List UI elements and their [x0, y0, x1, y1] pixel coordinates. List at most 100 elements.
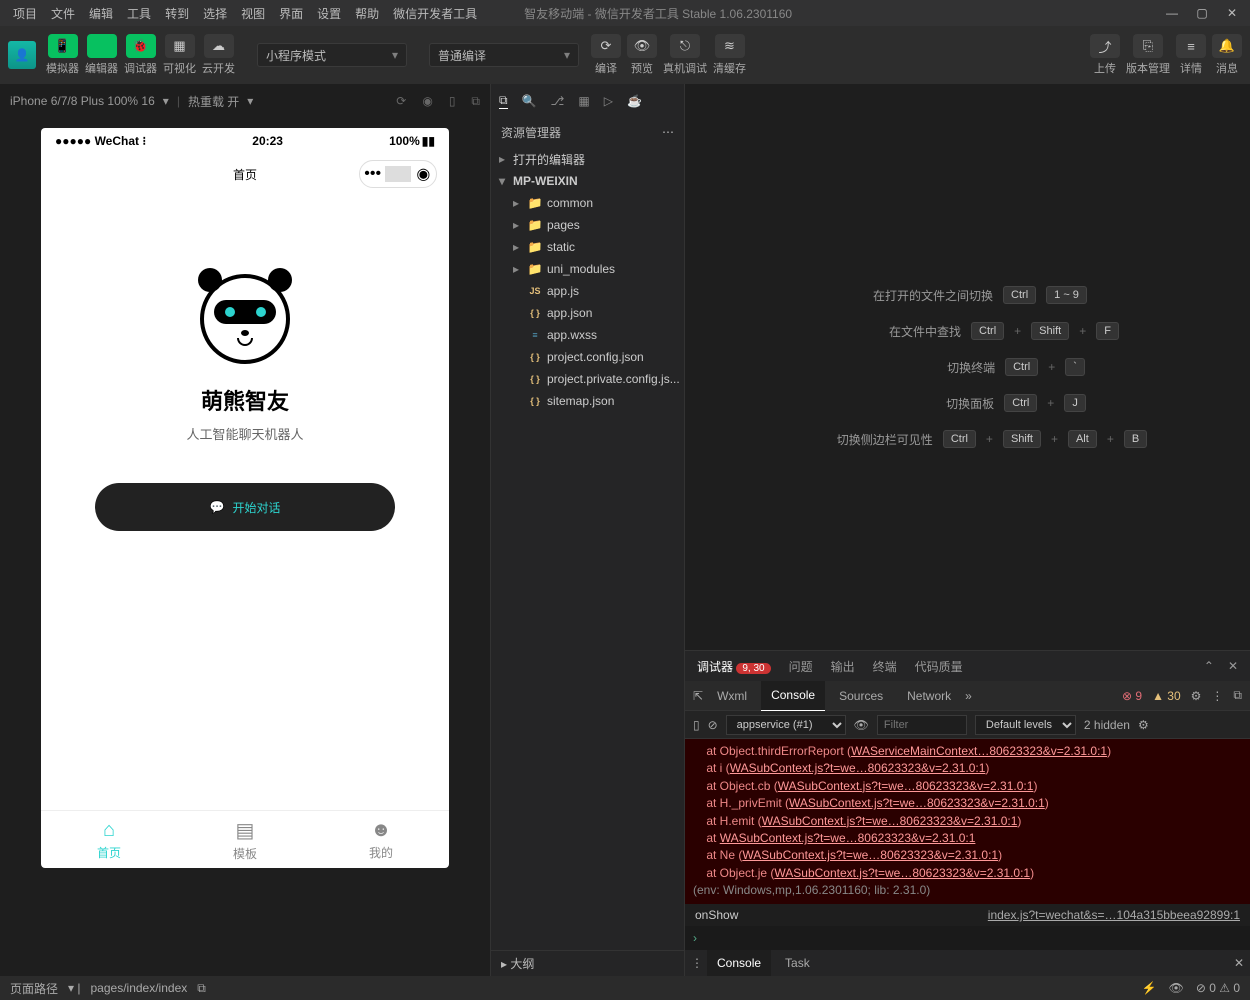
lightning-icon[interactable]: ⚡ — [1142, 981, 1157, 995]
menu-转到[interactable]: 转到 — [158, 5, 196, 22]
extensions-icon[interactable]: ▦ — [578, 94, 589, 108]
folder-common[interactable]: ▸📁common — [491, 192, 684, 214]
tab-terminal[interactable]: 终端 — [873, 658, 897, 675]
tb-真机调试[interactable]: ⎋真机调试 — [663, 34, 707, 76]
tb-编辑器[interactable]: 编辑器 — [85, 34, 118, 76]
console-prompt[interactable]: › — [685, 926, 1250, 950]
more-tabs-icon[interactable]: » — [965, 689, 972, 703]
file-app.js[interactable]: JSapp.js — [491, 280, 684, 302]
start-chat-button[interactable]: 💬 开始对话 — [95, 483, 395, 531]
capsule-button[interactable]: ••• ◉ — [359, 160, 437, 188]
hidden-count[interactable]: 2 hidden — [1084, 718, 1130, 732]
tab-output[interactable]: 输出 — [831, 658, 855, 675]
tb-云开发[interactable]: ☁云开发 — [202, 34, 235, 76]
avatar[interactable]: 👤 — [8, 41, 36, 69]
tb-版本管理[interactable]: ⎘版本管理 — [1126, 34, 1170, 76]
copy-path-icon[interactable]: ⧉ — [197, 981, 206, 996]
minimize-icon[interactable]: — — [1166, 7, 1178, 19]
tb-编译[interactable]: ⟳编译 — [591, 34, 621, 76]
tb-详情[interactable]: ≡详情 — [1176, 34, 1206, 76]
menu-文件[interactable]: 文件 — [44, 5, 82, 22]
drawer-task[interactable]: Task — [775, 950, 820, 976]
compile-dropdown[interactable]: 普通编译▾ — [429, 43, 579, 67]
close-panel-icon[interactable]: ✕ — [1228, 659, 1238, 673]
more-icon[interactable]: ⋯ — [662, 125, 674, 139]
menu-微信开发者工具[interactable]: 微信开发者工具 — [386, 5, 484, 22]
menu-项目[interactable]: 项目 — [6, 5, 44, 22]
filter-input[interactable] — [877, 715, 967, 735]
debug-icon[interactable]: ▷ — [604, 94, 613, 108]
mode-dropdown[interactable]: 小程序模式▾ — [257, 43, 407, 67]
tab-quality[interactable]: 代码质量 — [915, 658, 963, 675]
outline-section[interactable]: ▸ 大纲 — [491, 950, 684, 976]
menu-帮助[interactable]: 帮助 — [348, 5, 386, 22]
tb-可视化[interactable]: ▦可视化 — [163, 34, 196, 76]
device-selector[interactable]: iPhone 6/7/8 Plus 100% 16 — [10, 94, 155, 108]
tb-预览[interactable]: 👁预览 — [627, 34, 657, 76]
open-editors-section[interactable]: ▸打开的编辑器 — [491, 148, 684, 170]
eye-status-icon[interactable]: 👁 — [1169, 981, 1184, 995]
drawer-menu-icon[interactable]: ⋮ — [691, 956, 703, 970]
tb-清缓存[interactable]: ≋清缓存 — [713, 34, 746, 76]
tab-我的[interactable]: ☻我的 — [313, 811, 449, 868]
file-sitemap.json[interactable]: { }sitemap.json — [491, 390, 684, 412]
tb-调试器[interactable]: 🐞调试器 — [124, 34, 157, 76]
folder-uni_modules[interactable]: ▸📁uni_modules — [491, 258, 684, 280]
copy-icon[interactable]: ⧉ — [471, 94, 480, 109]
settings-gear-icon[interactable]: ⚙ — [1138, 718, 1149, 732]
drawer-close-icon[interactable]: ✕ — [1234, 956, 1244, 970]
tab-wxml[interactable]: Wxml — [707, 681, 757, 711]
explorer-icon[interactable]: ⧉ — [499, 93, 508, 109]
search-icon[interactable]: 🔍 — [522, 94, 537, 108]
target-icon[interactable]: ◉ — [411, 164, 436, 184]
menu-选择[interactable]: 选择 — [196, 5, 234, 22]
inspect-icon[interactable]: ⇱ — [693, 689, 703, 703]
kebab-icon[interactable]: ⋮ — [1211, 689, 1223, 703]
tab-首页[interactable]: ⌂首页 — [41, 811, 177, 868]
folder-pages[interactable]: ▸📁pages — [491, 214, 684, 236]
menu-工具[interactable]: 工具 — [120, 5, 158, 22]
menu-编辑[interactable]: 编辑 — [82, 5, 120, 22]
tab-sources[interactable]: Sources — [829, 681, 893, 711]
tb-上传[interactable]: ⤴上传 — [1090, 34, 1120, 76]
hot-reload-toggle[interactable]: 热重载 开 — [188, 93, 239, 110]
sidebar-toggle-icon[interactable]: ▯ — [693, 718, 700, 732]
dock-icon[interactable]: ⧉ — [1233, 688, 1242, 703]
menu-dots-icon[interactable]: ••• — [360, 165, 385, 183]
tab-network[interactable]: Network — [897, 681, 961, 711]
tab-debugger[interactable]: 调试器 9, 30 — [697, 658, 771, 675]
tab-problems[interactable]: 问题 — [789, 658, 813, 675]
project-root[interactable]: ▾MP-WEIXIN — [491, 170, 684, 192]
file-app.wxss[interactable]: ≡app.wxss — [491, 324, 684, 346]
record-icon[interactable]: ◉ — [422, 94, 432, 109]
menu-设置[interactable]: 设置 — [310, 5, 348, 22]
chevron-up-icon[interactable]: ⌃ — [1204, 659, 1214, 673]
error-count[interactable]: ⊗ 9 — [1122, 689, 1142, 703]
tb-模拟器[interactable]: 📱模拟器 — [46, 34, 79, 76]
tab-模板[interactable]: ▤模板 — [177, 811, 313, 868]
menu-视图[interactable]: 视图 — [234, 5, 272, 22]
file-project.private.config.js...[interactable]: { }project.private.config.js... — [491, 368, 684, 390]
drawer-console[interactable]: Console — [707, 950, 771, 976]
menu-界面[interactable]: 界面 — [272, 5, 310, 22]
levels-select[interactable]: Default levels — [975, 715, 1076, 735]
warning-count[interactable]: ▲ 30 — [1152, 689, 1181, 703]
folder-static[interactable]: ▸📁static — [491, 236, 684, 258]
maximize-icon[interactable]: ▢ — [1196, 7, 1208, 19]
tab-console[interactable]: Console — [761, 681, 825, 711]
eye-icon[interactable]: 👁 — [854, 718, 869, 732]
route-label[interactable]: pages/index/index — [91, 981, 188, 995]
tb-消息[interactable]: 🔔消息 — [1212, 34, 1242, 76]
cup-icon[interactable]: ☕ — [627, 94, 642, 108]
problems-count[interactable]: ⊘ 0 ⚠ 0 — [1196, 981, 1240, 995]
branch-icon[interactable]: ⎇ — [551, 94, 565, 108]
file-project.config.json[interactable]: { }project.config.json — [491, 346, 684, 368]
close-icon[interactable]: ✕ — [1226, 7, 1238, 19]
device-icon[interactable]: ▯ — [449, 94, 456, 109]
context-select[interactable]: appservice (#1) — [726, 715, 846, 735]
clear-icon[interactable]: ⊘ — [708, 718, 718, 732]
log-source[interactable]: index.js?t=wechat&s=…104a315bbeea92899:1 — [988, 908, 1240, 922]
gear-icon[interactable]: ⚙ — [1191, 689, 1202, 703]
file-app.json[interactable]: { }app.json — [491, 302, 684, 324]
refresh-icon[interactable]: ⟳ — [396, 94, 406, 109]
